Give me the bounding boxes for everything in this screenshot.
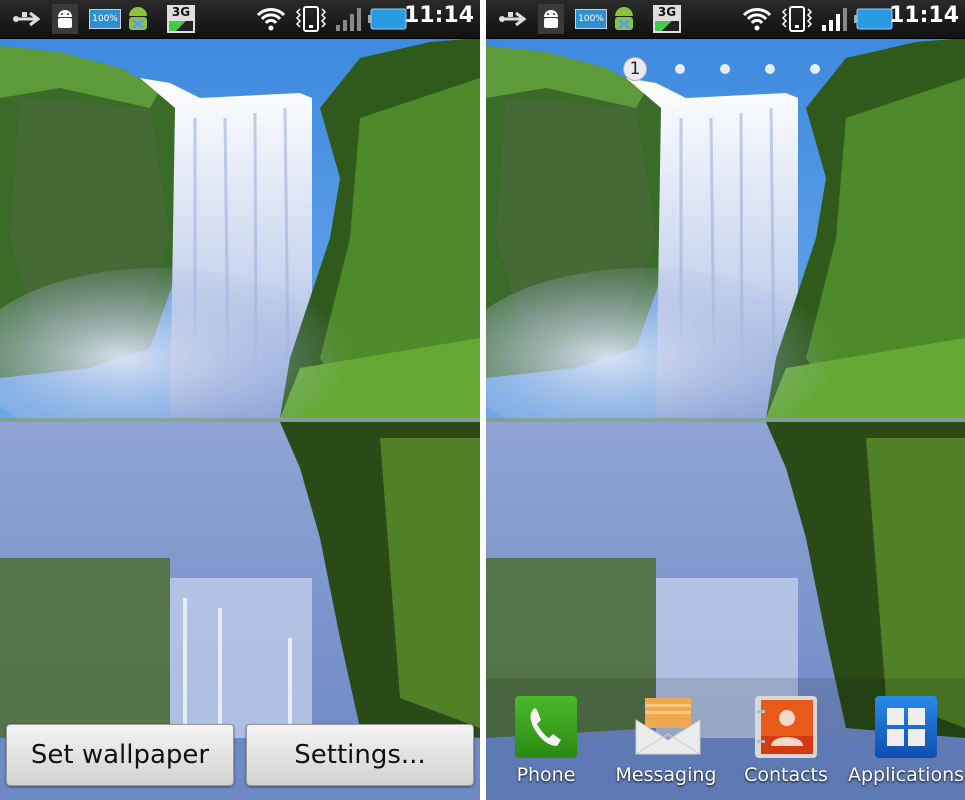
status-clock: 11:14 (403, 3, 474, 28)
network-type-text: 3G (171, 5, 191, 19)
wifi-icon (742, 4, 772, 34)
dock-label-messaging: Messaging (615, 764, 717, 786)
battery-100-badge-icon: 100% (574, 4, 608, 34)
dock-label-phone: Phone (516, 764, 576, 786)
page-dot[interactable] (720, 64, 730, 74)
contacts-icon (755, 696, 817, 758)
set-wallpaper-button[interactable]: Set wallpaper (6, 724, 234, 786)
usb-icon (498, 4, 530, 34)
wallpaper-preview-panel: 100% 3G 11:14 Set wallpaper Settings... (0, 0, 480, 800)
dock-label-applications: Applications (847, 764, 965, 786)
page-dot[interactable] (765, 64, 775, 74)
battery-badge-text: 100% (575, 9, 607, 29)
android-download-icon (610, 4, 638, 34)
waterfall-wallpaper (0, 38, 480, 800)
3g-icon: 3G (166, 4, 196, 34)
page-dot[interactable] (810, 64, 820, 74)
3g-icon: 3G (652, 4, 682, 34)
envelope-icon (635, 696, 701, 758)
dock-label-contacts: Contacts (744, 764, 828, 786)
usb-icon (12, 4, 44, 34)
settings-button[interactable]: Settings... (246, 724, 474, 786)
signal-icon (820, 4, 850, 34)
status-bar: 100% 3G 11:14 (0, 0, 480, 39)
signal-icon (334, 4, 364, 34)
battery-badge-text: 100% (89, 9, 121, 29)
status-bar: 100% 3G 11:14 (486, 0, 965, 39)
vibrate-icon (780, 4, 814, 34)
dock-contacts[interactable]: Contacts (726, 696, 846, 786)
dock-applications[interactable]: Applications (846, 696, 965, 786)
android-download-icon (124, 4, 152, 34)
battery-100-badge-icon: 100% (88, 4, 122, 34)
android-debug-icon (52, 4, 78, 34)
battery-icon (368, 4, 408, 34)
network-type-text: 3G (657, 5, 677, 19)
home-screen-panel: 100% 3G 11:14 1 Phone Messaging Contacts… (486, 0, 965, 800)
status-clock: 11:14 (888, 3, 959, 28)
app-grid-icon (875, 696, 937, 758)
dock-phone[interactable]: Phone (486, 696, 606, 786)
vibrate-icon (294, 4, 328, 34)
page-indicator: 1 (486, 56, 965, 82)
page-dot[interactable] (675, 64, 685, 74)
wifi-icon (256, 4, 286, 34)
page-dot-current[interactable]: 1 (623, 57, 647, 81)
waterfall-wallpaper (486, 38, 965, 800)
android-debug-icon (538, 4, 564, 34)
phone-icon (515, 696, 577, 758)
dock-messaging[interactable]: Messaging (606, 696, 726, 786)
